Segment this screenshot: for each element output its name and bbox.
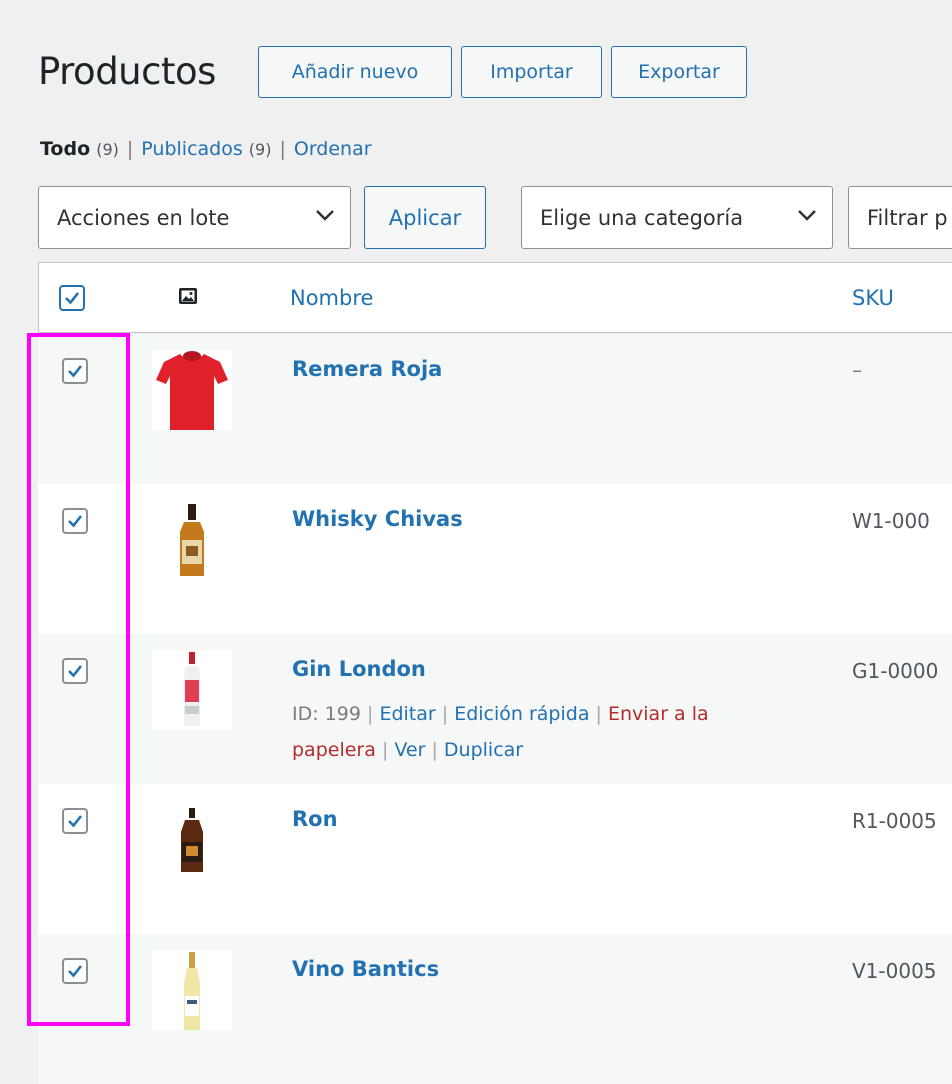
product-name-link[interactable]: Remera Roja bbox=[292, 357, 442, 381]
checkmark-icon bbox=[65, 292, 80, 305]
image-column-icon bbox=[179, 288, 197, 304]
export-button[interactable]: Exportar bbox=[611, 46, 747, 98]
bottle-icon bbox=[180, 504, 204, 576]
chevron-down-icon bbox=[798, 210, 816, 221]
table-header bbox=[38, 262, 952, 333]
bottle-icon bbox=[181, 808, 203, 872]
product-name-link[interactable]: Vino Bantics bbox=[292, 957, 439, 981]
product-thumbnail-wine[interactable] bbox=[152, 950, 232, 1030]
page-title: Productos bbox=[38, 50, 216, 93]
product-sku: W1-000 bbox=[852, 509, 930, 533]
bottle-icon bbox=[184, 652, 200, 726]
product-sku: – bbox=[852, 358, 862, 382]
product-thumbnail-rum[interactable] bbox=[152, 800, 232, 880]
sort-link[interactable]: Ordenar bbox=[294, 138, 372, 160]
product-name-link[interactable]: Gin London bbox=[292, 657, 426, 681]
tshirt-icon bbox=[156, 351, 228, 430]
bulk-actions-select[interactable]: Acciones en lote bbox=[38, 186, 351, 249]
view-link[interactable]: Ver bbox=[394, 739, 425, 761]
import-button[interactable]: Importar bbox=[461, 46, 602, 98]
category-value: Elige una categoría bbox=[540, 205, 744, 230]
category-select[interactable]: Elige una categoría bbox=[521, 186, 833, 249]
apply-button[interactable]: Aplicar bbox=[364, 186, 486, 249]
product-sku: G1-0000 bbox=[852, 659, 939, 683]
edit-link[interactable]: Editar bbox=[379, 703, 435, 725]
view-all-link[interactable]: Todo bbox=[40, 138, 90, 160]
product-name-link[interactable]: Ron bbox=[292, 807, 338, 831]
product-name-link[interactable]: Whisky Chivas bbox=[292, 507, 463, 531]
column-name-sort[interactable]: Nombre bbox=[290, 286, 373, 310]
product-sku: V1-0005 bbox=[852, 959, 937, 983]
product-thumbnail-gin[interactable] bbox=[152, 650, 232, 730]
column-sku-sort[interactable]: SKU bbox=[852, 286, 894, 310]
view-published-link[interactable]: Publicados bbox=[141, 138, 242, 160]
row-actions: ID: 199 | Editar | Edición rápida | Envi… bbox=[292, 703, 709, 761]
trash-link-line1: Enviar a la bbox=[607, 703, 709, 725]
add-new-button[interactable]: Añadir nuevo bbox=[258, 46, 452, 98]
trash-link-line2: papelera bbox=[292, 739, 376, 761]
bottle-icon bbox=[184, 952, 200, 1030]
quick-edit-link[interactable]: Edición rápida bbox=[454, 703, 589, 725]
duplicate-link[interactable]: Duplicar bbox=[444, 739, 523, 761]
bulk-actions-value: Acciones en lote bbox=[57, 205, 230, 230]
view-published-count: (9) bbox=[248, 140, 272, 159]
product-thumbnail-whisky[interactable] bbox=[152, 500, 232, 580]
product-sku: R1-0005 bbox=[852, 809, 937, 833]
filter-by-type-value: Filtrar p bbox=[867, 205, 948, 230]
product-id: ID: 199 bbox=[292, 703, 361, 725]
product-thumbnail-red-tshirt[interactable] bbox=[152, 350, 232, 430]
view-all-count: (9) bbox=[96, 140, 119, 159]
select-all-checkbox[interactable] bbox=[59, 285, 85, 311]
filter-by-type-select[interactable]: Filtrar p bbox=[848, 186, 952, 249]
status-views: Todo (9) | Publicados (9) | Ordenar bbox=[40, 138, 372, 160]
selection-highlight-box bbox=[27, 333, 130, 1026]
chevron-down-icon bbox=[316, 210, 334, 221]
